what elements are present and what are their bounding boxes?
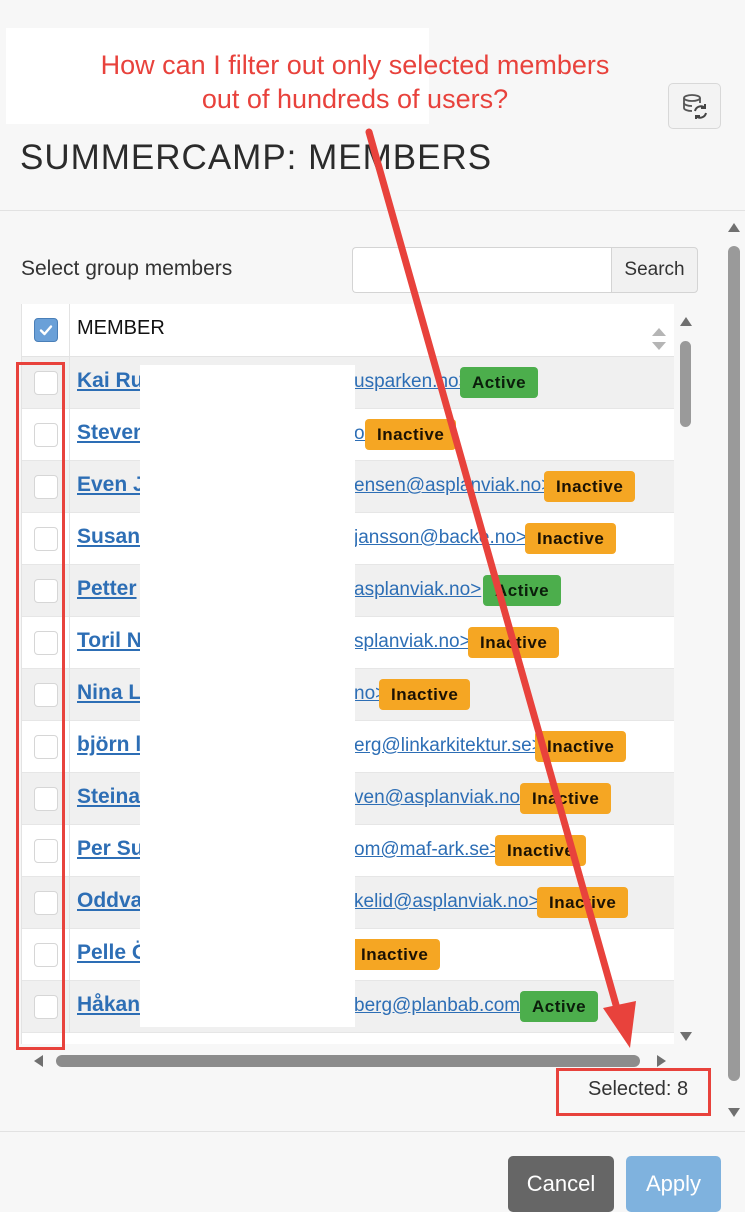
status-badge: Inactive [525,523,617,554]
status-badge: Inactive [349,939,441,970]
table-header: MEMBER [22,304,674,357]
member-name-link[interactable]: Even J [77,473,145,497]
scroll-thumb[interactable] [56,1055,640,1067]
scroll-up-arrow-icon[interactable] [728,223,740,232]
scroll-right-arrow-icon[interactable] [657,1055,666,1067]
status-badge: Inactive [537,887,629,918]
member-email-link[interactable]: jansson@backe.no> [354,527,527,549]
annotation-line-1: How can I filter out only selected membe… [100,50,610,80]
sort-icon[interactable] [650,326,668,352]
cancel-button[interactable]: Cancel [508,1156,614,1212]
member-name-link[interactable]: Kai Ru [77,369,144,393]
member-email-link[interactable]: kelid@asplanviak.no> [354,891,540,913]
member-name-link[interactable]: Håkan [77,993,140,1017]
checkmark-icon [39,325,53,336]
header-checkbox-cell [22,304,70,357]
scroll-thumb[interactable] [728,246,740,1081]
status-badge: Inactive [468,627,560,658]
select-members-label: Select group members [21,257,233,280]
member-email-link[interactable]: erg@linkarkitektur.se> [354,735,543,757]
scroll-thumb[interactable] [680,341,691,427]
database-refresh-icon [682,94,707,119]
redaction-block [140,365,355,1027]
member-name-link[interactable]: Oddva [77,889,142,913]
status-badge: Inactive [379,679,471,710]
member-name-link[interactable]: björn l [77,733,141,757]
member-column-header[interactable]: MEMBER [77,317,165,340]
status-badge: Inactive [495,835,587,866]
refresh-button[interactable] [668,83,721,129]
status-badge: Active [483,575,562,606]
member-name-link[interactable]: Susan [77,525,140,549]
member-name-link[interactable]: Steven [77,421,146,445]
search-input[interactable] [352,247,612,293]
member-email-link[interactable]: ven@asplanviak.no> [354,787,531,809]
member-email-link[interactable]: om@maf-ark.se> [354,839,501,861]
status-badge: Inactive [535,731,627,762]
dialog-vertical-scrollbar[interactable] [724,220,744,1120]
search-button[interactable]: Search [611,247,698,293]
scroll-up-arrow-icon[interactable] [680,317,692,326]
page-title: SUMMERCAMP: MEMBERS [20,138,493,177]
annotation-line-2: out of hundreds of users? [201,84,509,114]
status-badge: Inactive [520,783,612,814]
member-email-link[interactable]: berg@planbab.com> [354,995,531,1017]
annotation-highlight-checkboxes [16,362,65,1050]
table-vertical-scrollbar[interactable] [676,314,696,1044]
member-name-link[interactable]: Petter [77,577,137,601]
member-name-link[interactable]: Pelle Ö [77,941,148,965]
apply-button[interactable]: Apply [626,1156,721,1212]
annotation-text: How can I filter out only selected membe… [20,48,690,116]
annotation-highlight-selected [556,1068,711,1116]
member-name-link[interactable]: Toril N [77,629,142,653]
status-badge: Inactive [544,471,636,502]
member-name-link[interactable]: Nina L [77,681,141,705]
scroll-down-arrow-icon[interactable] [680,1032,692,1041]
scroll-left-arrow-icon[interactable] [34,1055,43,1067]
status-badge: Active [460,367,539,398]
member-email-link[interactable]: usparken.no> [354,371,470,393]
member-email-link[interactable]: splanviak.no> [354,631,471,653]
member-email-link[interactable]: ensen@asplanviak.no> [354,475,552,497]
scroll-down-arrow-icon[interactable] [728,1108,740,1117]
select-all-checkbox[interactable] [34,318,58,342]
member-email-link[interactable]: asplanviak.no> [354,579,481,601]
status-badge: Inactive [365,419,457,450]
status-badge: Active [520,991,599,1022]
member-name-link[interactable]: Per Su [77,837,144,861]
member-name-link[interactable]: Steina [77,785,140,809]
